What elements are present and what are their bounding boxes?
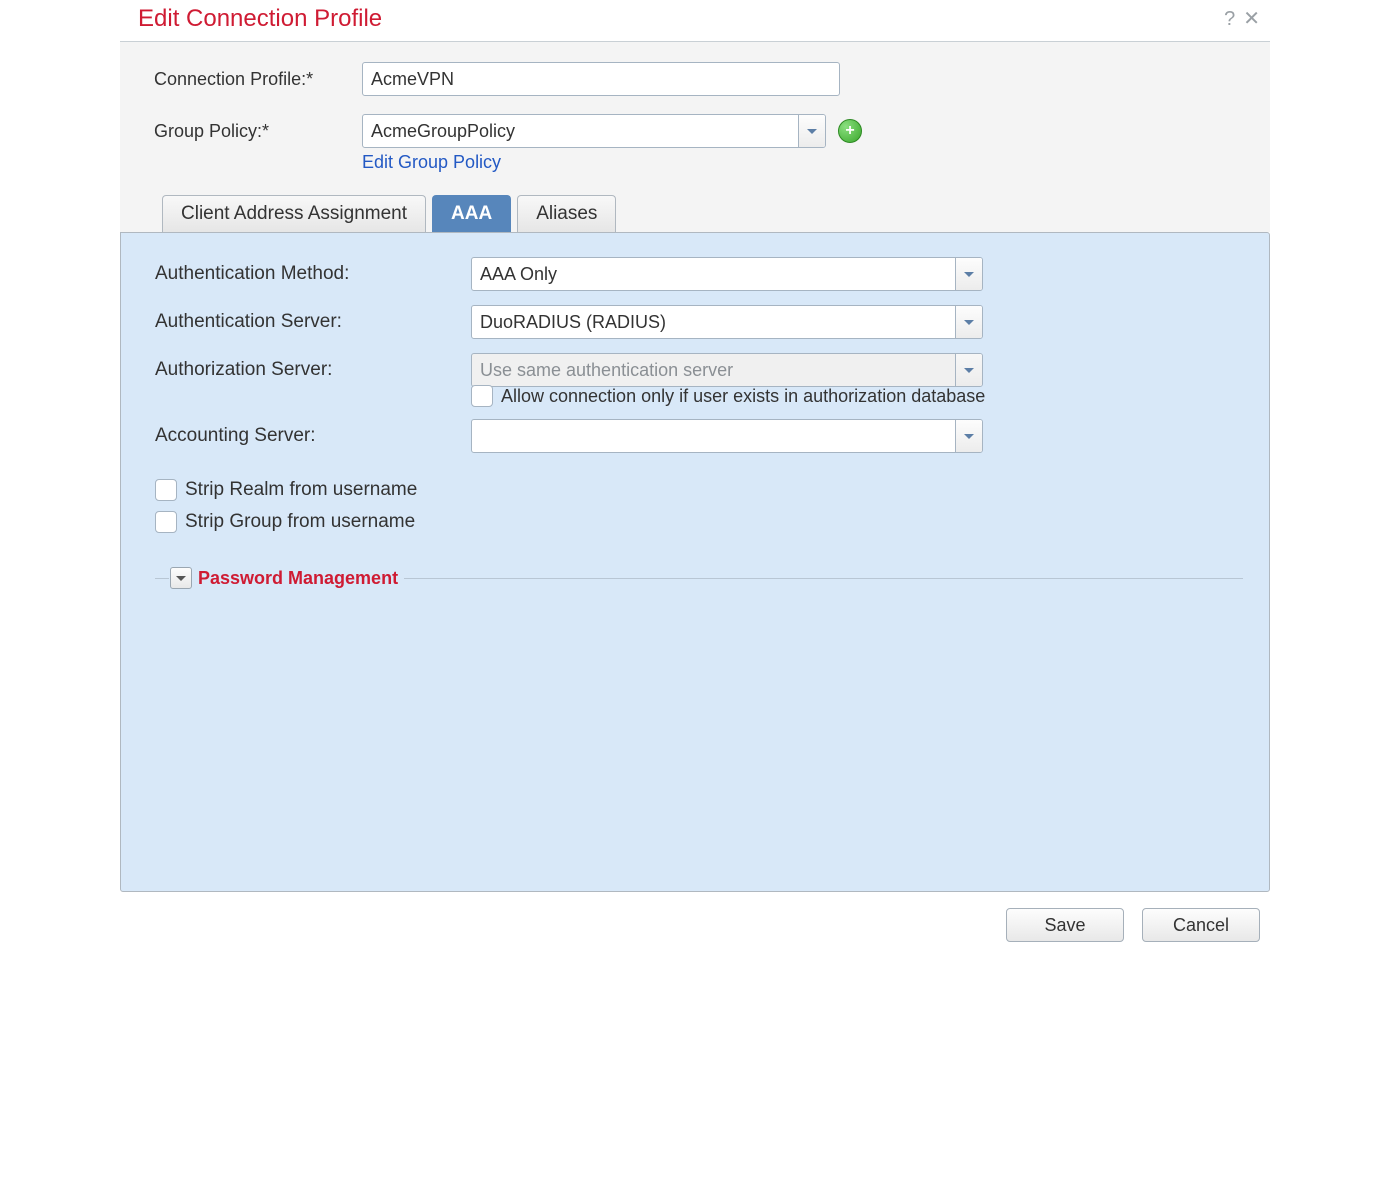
chevron-down-icon[interactable] [955, 354, 982, 386]
tab-aliases[interactable]: Aliases [517, 195, 616, 232]
password-management-section: Password Management [155, 567, 1243, 589]
tab-bar: Client Address Assignment AAA Aliases [154, 195, 1252, 232]
edit-group-policy-link[interactable]: Edit Group Policy [362, 152, 501, 173]
authz-server-label: Authorization Server: [155, 359, 471, 381]
auth-method-select[interactable]: AAA Only [471, 257, 983, 291]
auth-server-value: DuoRADIUS (RADIUS) [472, 306, 955, 338]
auth-method-value: AAA Only [472, 258, 955, 290]
strip-group-checkbox[interactable] [155, 511, 177, 533]
password-management-expander[interactable] [170, 567, 192, 589]
authz-exists-checkbox[interactable] [471, 385, 493, 407]
authz-server-select[interactable]: Use same authentication server [471, 353, 983, 387]
accounting-server-value [472, 420, 955, 452]
accounting-server-select[interactable] [471, 419, 983, 453]
chevron-down-icon[interactable] [798, 115, 825, 147]
authz-exists-label: Allow connection only if user exists in … [501, 386, 985, 407]
connection-profile-label: Connection Profile:* [154, 69, 362, 90]
help-icon[interactable]: ? [1224, 9, 1235, 29]
chevron-down-icon[interactable] [955, 420, 982, 452]
connection-profile-input[interactable] [362, 62, 840, 96]
tab-aaa[interactable]: AAA [432, 195, 511, 232]
group-policy-label: Group Policy:* [154, 121, 362, 142]
accounting-server-label: Accounting Server: [155, 425, 471, 447]
dialog-title: Edit Connection Profile [138, 5, 1224, 33]
cancel-button[interactable]: Cancel [1142, 908, 1260, 942]
password-management-title: Password Management [198, 568, 398, 589]
dialog-footer: Save Cancel [120, 892, 1270, 956]
strip-group-label: Strip Group from username [185, 511, 415, 533]
auth-method-label: Authentication Method: [155, 263, 471, 285]
add-group-policy-icon[interactable] [838, 119, 862, 143]
group-policy-value: AcmeGroupPolicy [363, 115, 798, 147]
authz-exists-row: Allow connection only if user exists in … [471, 385, 1243, 407]
tab-client-address-assignment[interactable]: Client Address Assignment [162, 195, 426, 232]
aaa-tab-panel: Authentication Method: AAA Only Authenti… [120, 232, 1270, 892]
chevron-down-icon[interactable] [955, 258, 982, 290]
strip-realm-checkbox[interactable] [155, 479, 177, 501]
top-form-panel: Connection Profile:* Group Policy:* Acme… [120, 41, 1270, 232]
edit-connection-profile-dialog: Edit Connection Profile ? ✕ Connection P… [120, 0, 1270, 956]
chevron-down-icon[interactable] [955, 306, 982, 338]
dialog-header: Edit Connection Profile ? ✕ [120, 0, 1270, 41]
strip-realm-label: Strip Realm from username [185, 479, 417, 501]
group-policy-select[interactable]: AcmeGroupPolicy [362, 114, 826, 148]
authz-server-placeholder: Use same authentication server [472, 354, 955, 386]
close-icon[interactable]: ✕ [1243, 9, 1260, 29]
auth-server-label: Authentication Server: [155, 311, 471, 333]
save-button[interactable]: Save [1006, 908, 1124, 942]
auth-server-select[interactable]: DuoRADIUS (RADIUS) [471, 305, 983, 339]
